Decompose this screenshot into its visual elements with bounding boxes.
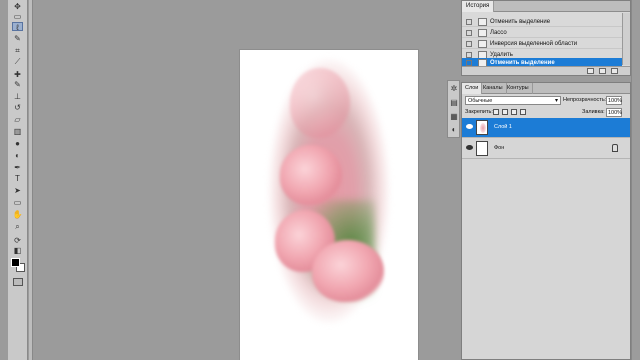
- workspace-scrollbar[interactable]: [631, 0, 640, 360]
- chevron-down-icon: ▾: [554, 98, 558, 104]
- tools-panel: ✥ ▭ ℓ ✎ ⌗ ⟋ ✚ ✎ ⊥ ↺ ▱ ▥ ● ◐ ✒ T ➤ ▭ ✋ ⌕ …: [8, 0, 28, 360]
- brush-icon[interactable]: ✎: [12, 80, 23, 89]
- eraser-icon[interactable]: ▱: [12, 115, 23, 124]
- history-item[interactable]: Лассо: [462, 28, 622, 38]
- lock-row: Закрепить: Заливка: 100%: [465, 108, 629, 117]
- fill-label: Заливка:: [582, 109, 605, 115]
- history-item-label: Лассо: [490, 30, 507, 36]
- healing-icon[interactable]: ✚: [12, 70, 23, 79]
- history-item[interactable]: Отменить выделение: [462, 17, 622, 27]
- layer-thumbnail: [476, 120, 488, 135]
- fill-input[interactable]: 100%: [606, 108, 622, 117]
- stamp-icon[interactable]: ⊥: [12, 92, 23, 101]
- history-panel: История Отменить выделение Лассо Инверси…: [461, 0, 631, 76]
- gradient-icon[interactable]: ▥: [12, 127, 23, 136]
- lock-pixels-icon[interactable]: [502, 109, 508, 115]
- rotate-view-icon[interactable]: ⟳: [12, 236, 23, 245]
- default-colors-icon[interactable]: ◧: [12, 246, 23, 255]
- new-snapshot-icon[interactable]: [599, 68, 606, 74]
- lasso-icon: [478, 29, 487, 37]
- dodge-icon[interactable]: ◐: [12, 151, 23, 160]
- zoom-icon[interactable]: ⌕: [12, 222, 23, 231]
- pen-icon[interactable]: ✒: [12, 163, 23, 172]
- foreground-color-swatch[interactable]: [11, 258, 20, 267]
- history-checkbox[interactable]: [466, 19, 472, 25]
- history-step-icon: [478, 18, 487, 26]
- history-step-icon: [478, 40, 487, 48]
- history-tab-bar: История: [462, 1, 630, 12]
- history-item[interactable]: Инверсия выделенной области: [462, 39, 622, 49]
- lock-transparent-icon[interactable]: [493, 109, 499, 115]
- path-select-icon[interactable]: ➤: [12, 186, 23, 195]
- trash-icon[interactable]: [611, 68, 618, 74]
- new-document-icon[interactable]: [587, 68, 594, 74]
- type-icon[interactable]: T: [12, 174, 23, 183]
- collapsed-panels-strip: ✲ ▤ ▦ ◐: [447, 80, 460, 138]
- history-brush-icon[interactable]: ↺: [12, 103, 23, 112]
- blend-mode-value: Обычные: [468, 98, 493, 104]
- tulip-image: [280, 145, 342, 205]
- crop-icon[interactable]: ⌗: [12, 46, 23, 55]
- eye-icon[interactable]: [466, 124, 473, 129]
- eye-icon[interactable]: [466, 145, 473, 150]
- tab-paths[interactable]: Контуры: [504, 83, 533, 94]
- quick-select-icon[interactable]: ✎: [12, 34, 23, 43]
- lasso-icon[interactable]: ℓ: [12, 22, 23, 32]
- vertical-ruler: [29, 0, 33, 360]
- history-item-label: Инверсия выделенной области: [490, 41, 578, 47]
- lock-position-icon[interactable]: [511, 109, 517, 115]
- tulip-image: [290, 68, 350, 138]
- blend-mode-select[interactable]: Обычные ▾: [465, 96, 561, 105]
- move-icon[interactable]: ✥: [12, 2, 23, 11]
- layers-panel: Слои Каналы Контуры Обычные ▾ Непрозрачн…: [461, 82, 631, 360]
- info-icon[interactable]: ▦: [450, 113, 458, 121]
- history-footer: [462, 66, 630, 75]
- lock-label: Закрепить:: [465, 109, 493, 115]
- layer-row[interactable]: Фон: [462, 139, 630, 159]
- tulip-image: [312, 240, 384, 302]
- hand-icon[interactable]: ✋: [12, 210, 23, 219]
- layer-name: Слой 1: [494, 124, 512, 130]
- shape-icon[interactable]: ▭: [12, 198, 23, 207]
- layer-thumbnail: [476, 141, 488, 156]
- tab-history[interactable]: История: [462, 1, 495, 12]
- document-canvas[interactable]: [240, 50, 418, 360]
- layer-row[interactable]: Слой 1: [462, 118, 630, 138]
- eyedropper-icon[interactable]: ⟋: [12, 57, 23, 66]
- marquee-icon[interactable]: ▭: [12, 12, 23, 21]
- layers-tab-bar: Слои Каналы Контуры: [462, 83, 630, 94]
- lock-all-icon[interactable]: [520, 109, 526, 115]
- lock-icon: [612, 144, 618, 152]
- adjustments-icon[interactable]: ◐: [450, 126, 458, 134]
- quick-mask-button[interactable]: [13, 278, 23, 286]
- layer-name: Фон: [494, 145, 505, 151]
- histogram-icon[interactable]: ▤: [450, 99, 458, 107]
- blur-icon[interactable]: ●: [12, 139, 23, 148]
- opacity-input[interactable]: 100%: [606, 96, 622, 105]
- history-item-label: Отменить выделение: [490, 19, 551, 25]
- opacity-label: Непрозрачность:: [563, 97, 607, 103]
- history-checkbox[interactable]: [466, 30, 472, 36]
- history-scrollbar[interactable]: [622, 13, 630, 65]
- history-checkbox[interactable]: [466, 41, 472, 47]
- navigator-icon[interactable]: ✲: [450, 85, 458, 93]
- tab-channels[interactable]: Каналы: [480, 83, 507, 94]
